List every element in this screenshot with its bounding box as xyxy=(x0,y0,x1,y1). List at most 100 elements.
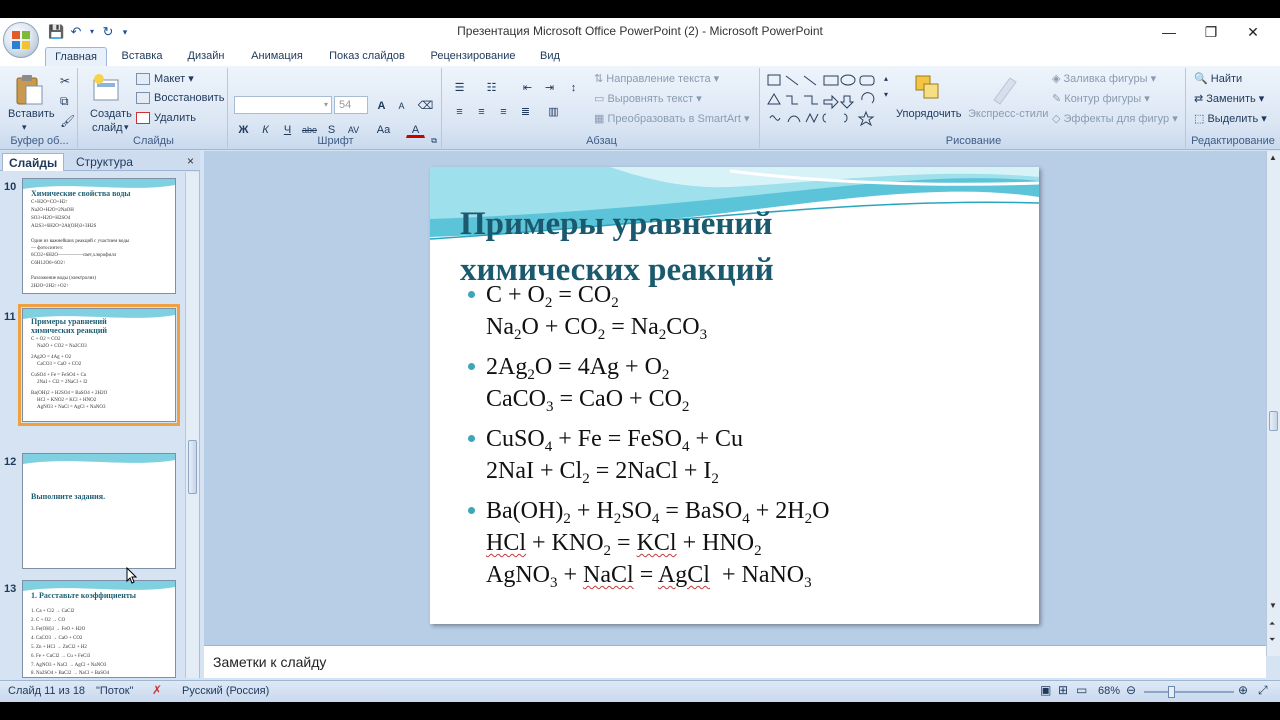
numbering-icon[interactable]: ☷ xyxy=(482,78,501,96)
bullets-icon[interactable]: ☰ xyxy=(450,78,469,96)
line-spacing-icon[interactable]: ↕ xyxy=(564,78,583,96)
grow-font-button[interactable]: A xyxy=(372,96,391,114)
find-button[interactable]: 🔍 Найти xyxy=(1194,72,1242,85)
spellcheck-icon[interactable]: ✗ xyxy=(152,683,162,697)
slide-thumbnail-12[interactable]: Выполните задания. xyxy=(22,453,176,569)
restore-button[interactable]: ❐ xyxy=(1190,20,1232,44)
shapes-scroll-up-icon[interactable]: ▴ xyxy=(884,74,888,83)
scroll-up-icon[interactable]: ▲ xyxy=(1269,153,1277,162)
slide-sorter-icon[interactable]: ⊞ xyxy=(1058,683,1068,697)
slide-scroll-thumb[interactable] xyxy=(1269,411,1278,431)
justify-icon[interactable]: ≣ xyxy=(516,102,535,120)
fit-to-window-icon[interactable]: ⤢ xyxy=(1258,683,1268,698)
equation-line: Ba(OH)2 + H2SO4 = BaSO4 + 2H2O xyxy=(468,495,1028,527)
tab-design[interactable]: Дизайн xyxy=(180,47,232,66)
delete-slide-button[interactable]: Удалить xyxy=(136,112,196,125)
shapes-scroll-down-icon[interactable]: ▾ xyxy=(884,90,888,99)
tab-home[interactable]: Главная xyxy=(45,47,107,66)
shape-fill-button[interactable]: ◈ Заливка фигуры ▾ xyxy=(1052,72,1156,85)
select-button[interactable]: ⬚ Выделить ▾ xyxy=(1194,112,1267,125)
office-button[interactable] xyxy=(3,22,39,58)
new-slide-label[interactable]: слайд xyxy=(92,122,123,134)
columns-icon[interactable]: ▥ xyxy=(544,102,563,120)
slide-body[interactable]: C + O2 = CO2 Na2O + CO2 = Na2CO3 2Ag2O =… xyxy=(468,279,1028,591)
paste-icon xyxy=(16,75,43,105)
zoom-slider[interactable] xyxy=(1144,691,1234,693)
align-text-button[interactable]: ▭ Выровнять текст ▾ xyxy=(594,92,702,105)
prev-slide-icon[interactable]: ⏶ xyxy=(1269,619,1275,629)
zoom-out-icon[interactable]: ⊖ xyxy=(1126,683,1136,697)
shrink-font-button[interactable]: A xyxy=(392,96,411,114)
tab-review[interactable]: Рецензирование xyxy=(424,47,522,66)
shape-effects-button[interactable]: ◇ Эффекты для фигур ▾ xyxy=(1052,112,1178,125)
equation-line: CaCO3 = CaO + CO2 xyxy=(486,386,690,415)
font-name-dropdown-icon[interactable]: ▾ xyxy=(324,97,328,113)
reset-icon xyxy=(136,92,150,105)
tab-slideshow[interactable]: Показ слайдов xyxy=(322,47,412,66)
delete-slide-icon xyxy=(136,112,150,125)
shape-outline-button[interactable]: ✎ Контур фигуры ▾ xyxy=(1052,92,1150,105)
minimize-button[interactable]: — xyxy=(1148,20,1190,44)
thumb-line: Разложение воды (электролиз) xyxy=(31,276,96,281)
cut-icon[interactable]: ✂ xyxy=(60,74,70,88)
reset-button[interactable]: Восстановить xyxy=(136,92,225,105)
equation-line: HCl + KNO2 = KCl + HNO2 xyxy=(486,530,762,559)
format-painter-icon[interactable]: 🖌 xyxy=(60,114,75,128)
slideshow-view-icon[interactable]: ▭ xyxy=(1076,683,1087,697)
quick-styles-button[interactable]: Экспресс-стили xyxy=(968,108,1048,120)
language-indicator[interactable]: Русский (Россия) xyxy=(182,685,269,697)
clear-format-icon[interactable]: ⌫ xyxy=(416,96,435,114)
align-right-icon[interactable]: ≡ xyxy=(494,102,513,120)
scroll-down-icon[interactable]: ▼ xyxy=(1269,601,1277,610)
shape-outline-label: Контур фигуры xyxy=(1064,93,1142,105)
thumb-number: 10 xyxy=(4,181,17,193)
new-slide-icon xyxy=(93,74,119,101)
copy-icon[interactable]: ⧉ xyxy=(60,94,69,109)
slide-counter: Слайд 11 из 18 xyxy=(8,685,86,697)
tab-animation[interactable]: Анимация xyxy=(244,47,310,66)
increase-indent-icon[interactable]: ⇥ xyxy=(540,78,559,96)
thumb-line: 8. Na2SO4 + BaCl2 → NaCl + BaSO4 xyxy=(31,671,110,676)
align-center-icon[interactable]: ≡ xyxy=(472,102,491,120)
shapes-gallery-icon[interactable] xyxy=(766,72,884,130)
tab-view[interactable]: Вид xyxy=(534,47,566,66)
tab-slides[interactable]: Слайды xyxy=(2,153,65,171)
zoom-level[interactable]: 68% xyxy=(1098,685,1120,697)
decrease-indent-icon[interactable]: ⇤ xyxy=(518,78,537,96)
close-button[interactable]: ✕ xyxy=(1232,20,1274,44)
slide-thumbnail-13[interactable]: 1. Расставьте коэффициенты 1. Ca + Cl2 →… xyxy=(22,580,176,678)
panel-close-button[interactable]: × xyxy=(187,154,194,168)
normal-view-icon[interactable]: ▣ xyxy=(1040,683,1051,697)
thumb-number: 11 xyxy=(4,311,16,323)
font-name-box[interactable]: ▾ xyxy=(234,96,332,114)
current-slide[interactable]: Примеры уравнений химических реакций C +… xyxy=(430,167,1039,624)
tab-insert[interactable]: Вставка xyxy=(115,47,169,66)
paste-button[interactable]: Вставить xyxy=(8,108,55,120)
slide-editing-area: Примеры уравнений химических реакций C +… xyxy=(204,151,1266,656)
panel-scroll-thumb[interactable] xyxy=(188,440,197,494)
equation-line: C + O2 = CO2 xyxy=(468,279,1028,311)
new-slide-button[interactable]: Создать xyxy=(90,108,132,120)
text-direction-button[interactable]: ⇅ Направление текста ▾ xyxy=(594,72,719,85)
slide-scrollbar[interactable]: ▲ ▼ ⏶ ⏷ xyxy=(1266,151,1280,656)
tab-outline[interactable]: Структура xyxy=(70,153,139,171)
reset-label: Восстановить xyxy=(154,92,225,104)
slide-thumbnail-10[interactable]: Химические свойства воды C+H2O=CO+H2↑ Na… xyxy=(22,178,176,294)
window-controls: — ❐ ✕ xyxy=(1148,20,1274,44)
zoom-in-icon[interactable]: ⊕ xyxy=(1238,683,1248,697)
slide-thumbnail-11[interactable]: Примеры уравнений химических реакций C +… xyxy=(18,304,180,426)
notes-pane[interactable]: Заметки к слайду xyxy=(204,645,1266,678)
paste-dropdown-icon[interactable]: ▾ xyxy=(22,122,27,133)
layout-button[interactable]: Макет ▾ xyxy=(136,72,194,86)
panel-scrollbar[interactable] xyxy=(185,172,199,678)
replace-button[interactable]: ⇄ Заменить ▾ xyxy=(1194,92,1264,105)
next-slide-icon[interactable]: ⏷ xyxy=(1269,635,1275,645)
clipboard-group-label: Буфер об... xyxy=(10,135,69,147)
zoom-slider-thumb[interactable] xyxy=(1168,686,1175,698)
align-left-icon[interactable]: ≡ xyxy=(450,102,469,120)
arrange-button[interactable]: Упорядочить xyxy=(896,108,961,120)
smartart-button[interactable]: ▦ Преобразовать в SmartArt ▾ xyxy=(594,112,749,125)
font-size-box[interactable]: 54 xyxy=(334,96,368,114)
new-slide-dropdown-icon[interactable]: ▾ xyxy=(124,122,129,133)
font-dialog-launcher-icon[interactable]: ⧉ xyxy=(431,136,437,146)
